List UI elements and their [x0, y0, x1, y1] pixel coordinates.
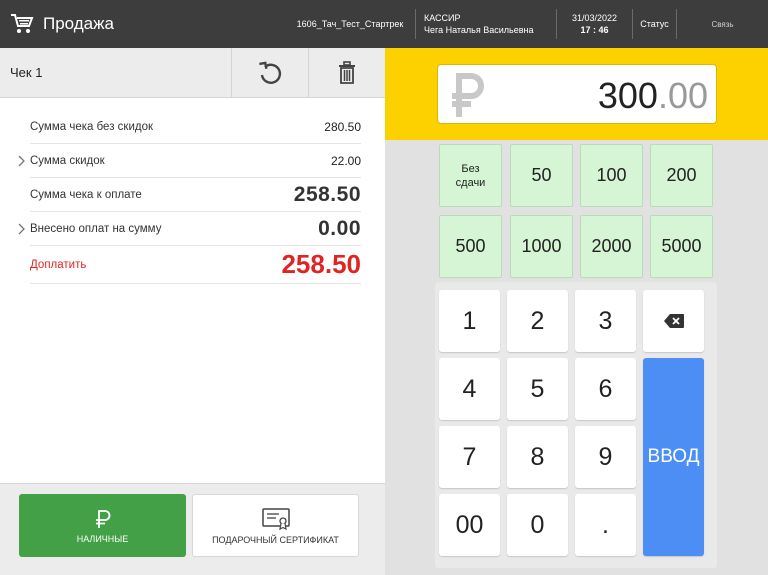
cashier-name: Чега Наталья Васильевна [424, 25, 534, 35]
summary-value: 280.50 [324, 119, 361, 134]
key-decimal-point[interactable]: . [575, 494, 636, 556]
numeric-keypad: 1 2 3 4 5 6 ВВОД 7 8 9 00 0 . [435, 282, 717, 568]
key-9[interactable]: 9 [575, 426, 636, 488]
summary-row-due: Доплатить 258.50 [30, 246, 361, 284]
summary-value: 258.50 [281, 249, 361, 279]
backspace-icon [663, 314, 684, 328]
date-label: 31/03/2022 [571, 13, 618, 23]
cashier-role: КАССИР [424, 13, 461, 23]
quick-amount-50[interactable]: 50 [510, 144, 573, 207]
gift-certificate-label: ПОДАРОЧНЫЙ СЕРТИФИКАТ [212, 534, 339, 545]
amount-bar: 300.00 [385, 48, 768, 140]
summary-label: Сумма чека без скидок [30, 120, 154, 133]
key-2[interactable]: 2 [507, 290, 568, 352]
key-4[interactable]: 4 [439, 358, 500, 420]
delete-receipt-button[interactable] [308, 47, 385, 98]
no-change-button[interactable]: Без сдачи [439, 144, 502, 207]
summary-value: 258.50 [293, 182, 361, 206]
time-label: 17 : 46 [580, 25, 609, 35]
key-5[interactable]: 5 [507, 358, 568, 420]
gift-certificate-button[interactable]: ПОДАРОЧНЫЙ СЕРТИФИКАТ [192, 494, 359, 557]
key-7[interactable]: 7 [439, 426, 500, 488]
cashier-info: КАССИР Чега Наталья Васильевна [416, 12, 556, 36]
certificate-icon [261, 507, 290, 530]
key-6[interactable]: 6 [575, 358, 636, 420]
store-name: 1606_Тач_Тест_Стартрек [296, 19, 404, 29]
connection-indicator[interactable]: Связь [677, 20, 768, 29]
summary-row-discounts[interactable]: Сумма скидок 22.00 [18, 144, 361, 178]
summary-value: 0.00 [318, 216, 361, 240]
receipt-panel: Чек 1 Сумма чека без скидок 280.50 Сумма… [0, 47, 385, 575]
ruble-icon [95, 509, 110, 528]
app-logo: Продажа [0, 13, 285, 35]
status-button[interactable]: Статус [633, 19, 676, 29]
cart-icon [11, 14, 34, 33]
key-1[interactable]: 1 [439, 290, 500, 352]
key-3[interactable]: 3 [575, 290, 636, 352]
chevron-right-icon [18, 223, 25, 234]
top-header: Продажа 1606_Тач_Тест_Стартрек КАССИР Че… [0, 0, 768, 48]
amount-value: 300.00 [598, 75, 708, 117]
summary-value: 22.00 [330, 153, 361, 168]
trash-icon [339, 60, 355, 84]
summary-label: Доплатить [30, 258, 87, 271]
enter-button[interactable]: ВВОД [643, 358, 704, 556]
ruble-icon [452, 73, 484, 117]
receipt-name: Чек 1 [10, 65, 43, 80]
undo-icon [259, 60, 282, 84]
key-0[interactable]: 0 [507, 494, 568, 556]
quick-amount-2000[interactable]: 2000 [580, 215, 643, 278]
datetime: 31/03/2022 17 : 46 [557, 12, 632, 36]
chevron-right-icon [18, 155, 25, 166]
cash-payment-button[interactable]: НАЛИЧНЫЕ [19, 494, 186, 557]
backspace-button[interactable] [643, 290, 704, 352]
amount-input[interactable]: 300.00 [437, 64, 717, 124]
summary-label: Сумма скидок [30, 154, 105, 167]
summary-label: Внесено оплат на сумму [30, 222, 162, 235]
summary-row-total-no-discount: Сумма чека без скидок 280.50 [30, 110, 361, 144]
payment-methods: НАЛИЧНЫЕ ПОДАРОЧНЫЙ СЕРТИФИКАТ [0, 483, 385, 575]
amount-decimal: .00 [657, 75, 708, 116]
key-00[interactable]: 00 [439, 494, 500, 556]
summary-label: Сумма чека к оплате [30, 188, 142, 201]
quick-amount-100[interactable]: 100 [580, 144, 643, 207]
summary-row-paid[interactable]: Внесено оплат на сумму 0.00 [18, 212, 361, 246]
key-8[interactable]: 8 [507, 426, 568, 488]
quick-amount-500[interactable]: 500 [439, 215, 502, 278]
receipt-summary: Сумма чека без скидок 280.50 Сумма скидо… [0, 98, 385, 284]
undo-button[interactable] [231, 47, 308, 98]
amount-integer: 300 [597, 75, 658, 116]
payment-panel: 300.00 Без сдачи 50 100 200 500 1000 200… [385, 48, 768, 575]
page-title: Продажа [43, 14, 114, 33]
quick-amount-200[interactable]: 200 [650, 144, 713, 207]
quick-amount-5000[interactable]: 5000 [650, 215, 713, 278]
cash-payment-label: НАЛИЧНЫЕ [76, 533, 129, 544]
receipt-toolbar: Чек 1 [0, 47, 385, 98]
summary-row-to-pay: Сумма чека к оплате 258.50 [30, 178, 361, 212]
quick-amount-1000[interactable]: 1000 [510, 215, 573, 278]
